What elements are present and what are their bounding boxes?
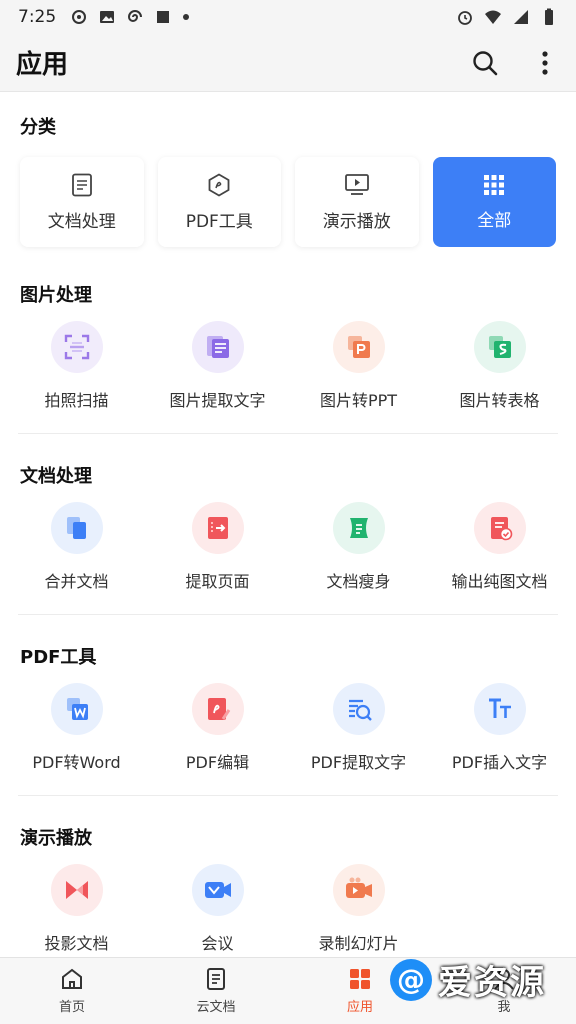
tool-label: PDF编辑: [185, 753, 250, 772]
tool-label: PDF提取文字: [310, 753, 407, 772]
nav-home[interactable]: 首页: [0, 958, 144, 1024]
nav-label: 首页: [58, 1000, 85, 1015]
tool-label: 合并文档: [44, 572, 109, 591]
wifi-icon: [485, 10, 501, 24]
image-ppt-icon: [347, 336, 370, 358]
category-all[interactable]: 全部: [432, 157, 556, 247]
category-label: 演示播放: [322, 211, 391, 232]
tool-record-slides[interactable]: 录制幻灯片: [288, 864, 429, 954]
compress-doc-icon: [349, 518, 368, 538]
cloud-doc-icon: [207, 968, 225, 990]
category-label: 文档处理: [47, 211, 116, 232]
projection-icon: [65, 881, 88, 899]
tool-photo-scan[interactable]: 拍照扫描: [6, 321, 147, 411]
watermark-text: 爱资源: [438, 963, 546, 1003]
tool-pdf-to-word[interactable]: PDF转Word: [6, 683, 147, 773]
tool-output-image-doc[interactable]: 输出纯图文档: [429, 502, 570, 592]
image-sheet-icon: [488, 336, 511, 358]
section-title: PDF工具: [20, 647, 97, 668]
tool-label: 图片转表格: [459, 391, 540, 410]
merge-docs-icon: [66, 517, 86, 539]
section-grid: 投影文档 会议 录制幻灯片: [0, 864, 576, 954]
categories-row: 文档处理 PDF工具 演示播放 全部: [0, 157, 576, 247]
signal-icon: [514, 10, 528, 24]
pdf-word-icon: [66, 698, 88, 720]
tool-label: 文档瘦身: [326, 572, 391, 591]
section-grid: 合并文档 提取页面 文档瘦身 输出纯图文档: [0, 502, 576, 592]
app-notification-icon: [72, 10, 87, 24]
section-title: 演示播放: [20, 828, 92, 849]
tool-pdf-extract-text[interactable]: PDF提取文字: [288, 683, 429, 773]
scan-icon: [64, 334, 89, 360]
tool-image-to-ppt[interactable]: 图片转PPT: [288, 321, 429, 411]
more-vertical-icon: [542, 50, 548, 75]
tool-merge-docs[interactable]: 合并文档: [6, 502, 147, 592]
tool-pdf-insert-text[interactable]: PDF插入文字: [429, 683, 570, 773]
meeting-video-icon: [204, 882, 231, 898]
tool-label: 图片转PPT: [319, 391, 398, 410]
grid-dots-icon: [484, 174, 505, 195]
category-pdf-tools[interactable]: PDF工具: [157, 157, 281, 247]
dot-notification-icon: [183, 14, 190, 20]
more-options-button[interactable]: [530, 48, 560, 78]
pdf-hex-icon: [208, 172, 230, 197]
image-notification-icon: [100, 11, 115, 23]
battery-icon: [545, 8, 553, 25]
section-title: 图片处理: [20, 285, 92, 306]
alarm-icon: [458, 11, 472, 25]
tool-pdf-edit[interactable]: PDF编辑: [147, 683, 288, 773]
tool-extract-page[interactable]: 提取页面: [147, 502, 288, 592]
watermark: @ 爱资源: [390, 955, 546, 1004]
section-title: 文档处理: [20, 466, 92, 487]
app-bar: 应用: [0, 34, 576, 92]
status-time: 7:25: [18, 7, 57, 27]
search-button[interactable]: [470, 48, 500, 78]
app-list: 分类 文档处理 PDF工具 演示播放 全部 图片处理 拍照扫描 图片提取文字 图…: [0, 93, 576, 957]
tool-image-extract-text[interactable]: 图片提取文字: [147, 321, 288, 411]
tool-label: 录制幻灯片: [318, 934, 399, 953]
presentation-play-icon: [344, 173, 369, 195]
nav-label: 应用: [346, 1000, 373, 1015]
spiral-notification-icon: [128, 10, 143, 22]
categories-title: 分类: [20, 117, 56, 138]
extract-page-icon: [207, 517, 228, 539]
pdf-edit-icon: [207, 698, 230, 720]
category-label: PDF工具: [185, 211, 253, 232]
document-icon: [71, 173, 92, 196]
tool-label: 拍照扫描: [44, 391, 109, 410]
category-label: 全部: [477, 210, 512, 231]
section-grid: 拍照扫描 图片提取文字 图片转PPT 图片转表格: [0, 321, 576, 411]
status-bar: 7:25: [0, 0, 576, 34]
square-notification-icon: [157, 11, 170, 23]
tool-label: 提取页面: [185, 572, 250, 591]
image-doc-icon: [490, 517, 512, 541]
apps-icon: [350, 969, 370, 989]
search-icon: [473, 50, 498, 75]
nav-label: 云文档: [196, 1000, 236, 1015]
tool-label: 会议: [201, 934, 234, 953]
tool-meeting[interactable]: 会议: [147, 864, 288, 954]
tool-label: PDF插入文字: [451, 753, 548, 772]
nav-cloud-docs[interactable]: 云文档: [144, 958, 288, 1024]
home-icon: [62, 968, 82, 989]
tool-label: 图片提取文字: [169, 391, 266, 410]
tool-image-to-sheet[interactable]: 图片转表格: [429, 321, 570, 411]
insert-text-icon: [488, 698, 511, 718]
tool-label: 投影文档: [44, 934, 109, 953]
tool-projection[interactable]: 投影文档: [6, 864, 147, 954]
image-text-icon: [206, 336, 229, 358]
watermark-logo-icon: @: [390, 958, 432, 1001]
section-grid: PDF转Word PDF编辑 PDF提取文字 PDF插入文字: [0, 683, 576, 773]
tool-label: 输出纯图文档: [451, 572, 548, 591]
tool-compress-doc[interactable]: 文档瘦身: [288, 502, 429, 592]
page-title: 应用: [16, 50, 69, 80]
category-presentation[interactable]: 演示播放: [295, 157, 419, 247]
pdf-text-icon: [348, 699, 372, 721]
record-slides-icon: [345, 877, 372, 898]
category-doc-processing[interactable]: 文档处理: [20, 157, 144, 247]
tool-label: PDF转Word: [32, 753, 121, 772]
